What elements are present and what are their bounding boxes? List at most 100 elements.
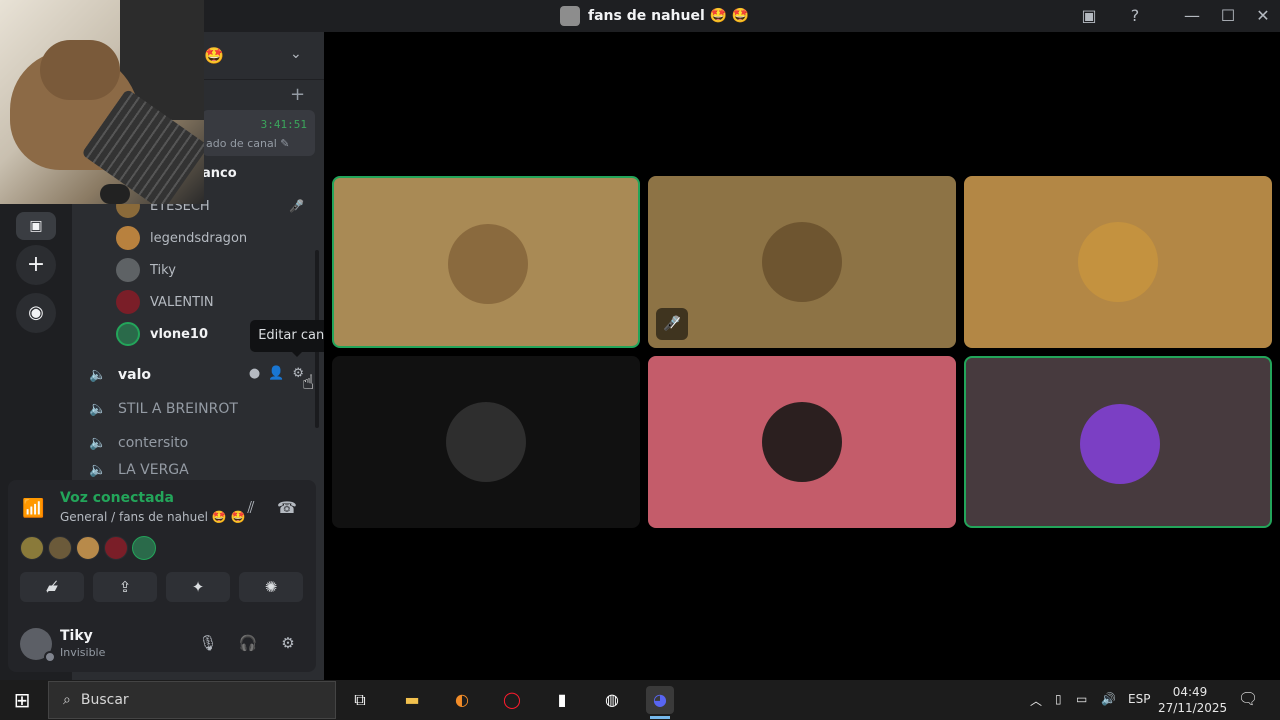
add-channel-icon[interactable]: + bbox=[290, 84, 305, 105]
headphones-icon[interactable]: 🎧 bbox=[236, 634, 260, 658]
app-icon[interactable]: ◐ bbox=[448, 686, 476, 714]
avatar bbox=[448, 224, 528, 304]
avatar bbox=[116, 226, 140, 250]
close-button[interactable]: ✕ bbox=[1252, 5, 1274, 27]
microphone-icon[interactable]: 🎙 bbox=[196, 634, 220, 658]
avatar[interactable] bbox=[20, 536, 44, 560]
clock[interactable]: 04:49 27/11/2025 bbox=[1158, 684, 1228, 716]
search-input[interactable]: ⌕ Buscar bbox=[48, 681, 336, 719]
server-icon bbox=[560, 6, 580, 26]
language-indicator[interactable]: ESP bbox=[1128, 692, 1150, 706]
participant-tile[interactable] bbox=[332, 176, 640, 348]
voice-member[interactable]: Tiky bbox=[116, 256, 306, 284]
channel-name: LA VERGA bbox=[118, 462, 189, 478]
voice-channel[interactable]: 🔈 contersito bbox=[80, 428, 316, 458]
avatar bbox=[762, 222, 842, 302]
task-view-icon[interactable]: ⧉ bbox=[346, 686, 374, 714]
avatar bbox=[1080, 404, 1160, 484]
muted-icon: 🎤̸ bbox=[656, 308, 688, 340]
speaker-icon: 🔈 bbox=[89, 367, 107, 383]
discord-icon[interactable]: ◕ bbox=[646, 686, 674, 719]
clock-date: 27/11/2025 bbox=[1158, 701, 1228, 715]
minimize-button[interactable]: — bbox=[1181, 5, 1203, 27]
avatar bbox=[1078, 222, 1158, 302]
voice-actions: ▰̸ ⇪ ✦ ✺ bbox=[20, 572, 303, 602]
soundboard-icon[interactable]: ✺ bbox=[239, 572, 303, 602]
avatar bbox=[116, 322, 140, 346]
participant-tile[interactable] bbox=[332, 356, 640, 528]
participant-tile[interactable] bbox=[964, 176, 1272, 348]
screen-share-icon[interactable]: ⇪ bbox=[93, 572, 157, 602]
channel-name: STIL A BREINROT bbox=[118, 401, 238, 417]
member-name: vlone10 bbox=[150, 326, 209, 342]
avatar[interactable] bbox=[104, 536, 128, 560]
voice-panel: 📶 Voz conectada General / fans de nahuel… bbox=[8, 480, 316, 672]
voice-channel-path[interactable]: General / fans de nahuel 🤩 🤩 bbox=[60, 510, 245, 524]
usb-icon[interactable]: ▯ bbox=[1055, 692, 1062, 706]
hand-cursor-icon: ☝ bbox=[302, 370, 315, 394]
chat-icon[interactable]: ● bbox=[249, 366, 260, 381]
gear-icon[interactable]: ⚙ bbox=[276, 634, 300, 658]
participant-tile[interactable] bbox=[648, 356, 956, 528]
channel-status[interactable]: ado de canal ✎ bbox=[206, 137, 289, 150]
search-icon: ⌕ bbox=[63, 692, 71, 708]
recorder-icon[interactable]: ▮ bbox=[548, 686, 576, 714]
user-area: Tiky Invisible 🎙 🎧 ⚙ bbox=[8, 620, 316, 672]
discover-icon[interactable]: ◉ bbox=[16, 293, 56, 333]
add-server-icon[interactable]: + bbox=[16, 245, 56, 285]
noise-suppression-icon[interactable]: ⫽ bbox=[239, 498, 263, 522]
speaker-icon: 🔈 bbox=[89, 462, 107, 478]
mouse-shape bbox=[100, 184, 130, 204]
channel-name: valo bbox=[118, 367, 151, 383]
maximize-button[interactable]: ☐ bbox=[1217, 5, 1239, 27]
window-title: fans de nahuel 🤩 🤩 bbox=[560, 6, 749, 26]
username[interactable]: Tiky bbox=[60, 628, 93, 644]
voice-channel[interactable]: 🔈 LA VERGA bbox=[80, 462, 316, 480]
notification-icon[interactable]: 🗨 bbox=[1238, 689, 1258, 708]
participant-tile[interactable] bbox=[964, 356, 1272, 528]
user-status: Invisible bbox=[60, 646, 106, 659]
activities-icon[interactable]: ✦ bbox=[166, 572, 230, 602]
avatar bbox=[446, 402, 526, 482]
call-stage: 🎤̸ bbox=[324, 32, 1280, 680]
chevron-up-icon[interactable]: ︿ bbox=[1030, 692, 1042, 709]
network-icon[interactable]: ▭ bbox=[1076, 692, 1087, 706]
avatar[interactable] bbox=[76, 536, 100, 560]
voice-status-title: Voz conectada bbox=[60, 490, 174, 506]
avatar bbox=[762, 402, 842, 482]
disconnect-icon[interactable]: ☎ bbox=[275, 498, 299, 522]
avatar[interactable] bbox=[48, 536, 72, 560]
taskbar: ⊞ ⌕ Buscar ⧉ ▬ ◐ ◯ ▮ ◍ ◕ ︿ ▯ ▭ 🔊 ESP 04:… bbox=[0, 680, 1280, 720]
clock-time: 04:49 bbox=[1172, 685, 1208, 699]
voice-channel[interactable]: 🔈 STIL A BREINROT bbox=[80, 394, 316, 424]
speaker-icon: 🔈 bbox=[89, 401, 107, 417]
avatar[interactable] bbox=[132, 536, 156, 560]
signal-icon[interactable]: 📶 bbox=[22, 498, 44, 519]
file-explorer-icon[interactable]: ▬ bbox=[398, 686, 426, 714]
obs-icon[interactable]: ◍ bbox=[598, 686, 626, 714]
member-name: Tiky bbox=[150, 262, 176, 278]
chevron-down-icon[interactable]: ⌄ bbox=[290, 46, 302, 62]
voice-member[interactable]: legendsdragon bbox=[116, 224, 306, 252]
invite-icon[interactable]: 👤 bbox=[268, 366, 284, 381]
webcam-preview[interactable] bbox=[0, 0, 204, 204]
inbox-icon[interactable]: ▣ bbox=[1078, 5, 1100, 27]
voice-channel-valo[interactable]: 🔈 valo ● 👤 ⚙ bbox=[80, 360, 316, 390]
search-placeholder: Buscar bbox=[80, 692, 129, 708]
help-icon[interactable]: ? bbox=[1124, 5, 1146, 27]
voice-member[interactable]: VALENTIN bbox=[116, 288, 306, 316]
opera-icon[interactable]: ◯ bbox=[498, 686, 526, 714]
windows-start-icon[interactable]: ⊞ bbox=[10, 688, 34, 712]
volume-icon[interactable]: 🔊 bbox=[1101, 692, 1116, 706]
participant-tile[interactable]: 🎤̸ bbox=[648, 176, 956, 348]
channel-actions: ● 👤 ⚙ bbox=[249, 366, 304, 381]
channel-header: anco bbox=[202, 166, 237, 181]
voice-status-card[interactable]: 3:41:51 ado de canal ✎ bbox=[202, 110, 315, 156]
server-name-emoji: 🤩 bbox=[204, 46, 224, 65]
camera-off-icon[interactable]: ▰̸ bbox=[20, 572, 84, 602]
speaker-icon: 🔈 bbox=[89, 435, 107, 451]
server-folder-icon[interactable]: ▣ bbox=[16, 212, 56, 240]
muted-icon: 🎤̸ bbox=[289, 199, 304, 213]
capybara-head bbox=[40, 40, 120, 100]
avatar bbox=[116, 258, 140, 282]
